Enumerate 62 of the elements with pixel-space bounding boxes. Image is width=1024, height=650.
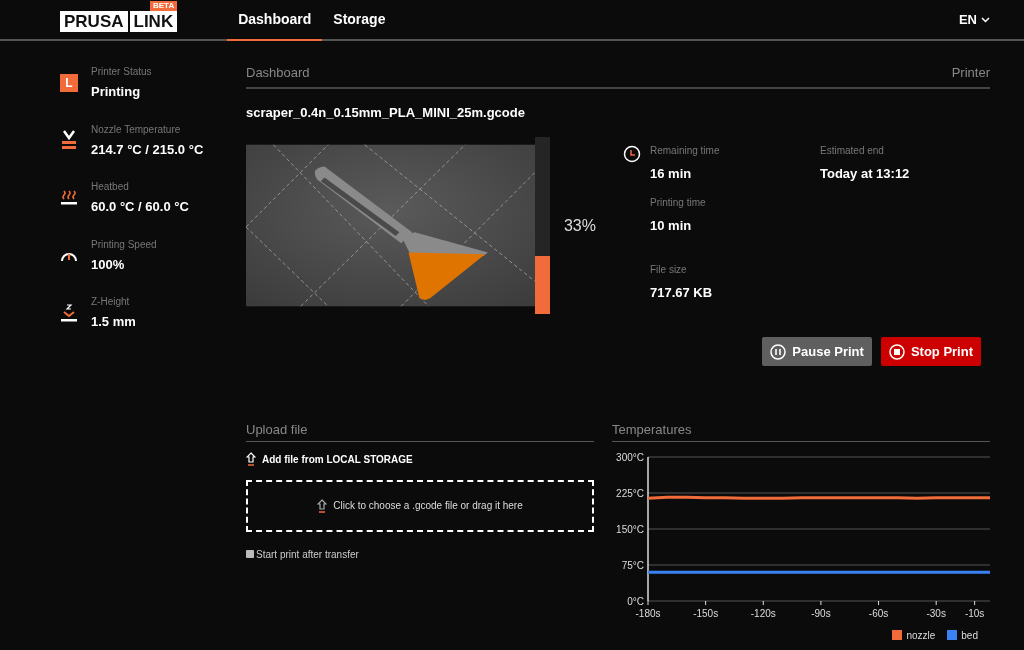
stat-label: Printer Status xyxy=(91,65,152,79)
beta-badge: BETA xyxy=(150,1,178,11)
x-tick-label: -180s xyxy=(635,607,661,619)
stat-value: 100% xyxy=(91,255,126,274)
stat-value: 1.5 mm xyxy=(91,313,136,331)
file-drop-zone[interactable]: Click to choose a .gcode file or drag it here xyxy=(246,479,594,532)
stat-label: Z-Height xyxy=(91,295,131,309)
legend-swatch xyxy=(947,630,958,640)
legend-label: nozzle xyxy=(906,628,936,643)
section-title: Dashboard xyxy=(246,64,310,82)
y-tick-label: 0°C xyxy=(627,595,644,607)
x-tick-label: -120s xyxy=(750,607,776,619)
upload-icon xyxy=(246,452,256,466)
checkbox-label: Start print after transfer xyxy=(256,547,359,562)
stat-value: Printing xyxy=(91,83,142,101)
x-tick-label: -150s xyxy=(693,607,719,619)
file-name: scraper_0.4n_0.15mm_PLA_MINI_25m.gcode xyxy=(246,103,526,122)
nav-tab[interactable]: Storage xyxy=(322,0,397,41)
upload-icon xyxy=(317,498,328,513)
info-value: Today at 13:12 xyxy=(820,165,911,183)
info-value: 16 min xyxy=(650,165,693,183)
pause-print-button[interactable]: Pause Print xyxy=(762,337,872,366)
add-file-link[interactable]: Add file from LOCAL STORAGE xyxy=(246,451,413,467)
info-label: Printing time xyxy=(650,196,707,211)
checkbox[interactable] xyxy=(246,550,254,558)
clock-icon xyxy=(623,145,641,163)
heatbed-icon xyxy=(60,189,78,206)
legend-label: bed xyxy=(961,628,978,643)
info-value: 717.67 KB xyxy=(650,283,714,302)
info-value: 10 min xyxy=(650,217,693,236)
y-tick-label: 75°C xyxy=(621,559,644,571)
language-selector[interactable]: EN xyxy=(958,9,990,30)
pause-icon xyxy=(770,343,787,360)
section-title: Upload file xyxy=(246,420,594,442)
section-title: Printer xyxy=(951,64,990,82)
chevron-down-icon xyxy=(981,16,990,23)
stat-value: 60.0 °C / 60.0 °C xyxy=(91,198,189,216)
z-height-icon xyxy=(60,303,78,322)
y-tick-label: 150°C xyxy=(616,523,644,535)
x-tick-label: -60s xyxy=(868,607,889,619)
y-tick-label: 225°C xyxy=(616,487,644,499)
x-tick-label: -90s xyxy=(811,607,831,619)
status-icon: L xyxy=(60,73,78,92)
nozzle-icon xyxy=(60,130,78,151)
stat-label: Nozzle Temperature xyxy=(91,122,182,137)
progress-percent: 33% xyxy=(563,215,596,236)
logo-word: LINK xyxy=(129,11,178,32)
nav-tab[interactable]: Dashboard xyxy=(227,0,323,41)
info-label: Estimated end xyxy=(820,144,885,158)
x-tick-label: -10s xyxy=(964,607,985,619)
stat-label: Heatbed xyxy=(91,180,130,194)
stat-value: 214.7 °C / 215.0 °C xyxy=(91,140,204,159)
info-label: File size xyxy=(650,262,688,277)
stat-label: Printing Speed xyxy=(91,237,157,252)
stop-icon xyxy=(888,343,905,360)
x-tick-label: -30s xyxy=(926,607,946,619)
logo-word: PRUSA xyxy=(60,11,128,32)
stop-print-button[interactable]: Stop Print xyxy=(880,337,981,366)
legend-swatch xyxy=(892,630,903,640)
y-tick-label: 300°C xyxy=(616,451,644,463)
info-label: Remaining time xyxy=(650,144,721,158)
section-title: Temperatures xyxy=(612,420,990,442)
